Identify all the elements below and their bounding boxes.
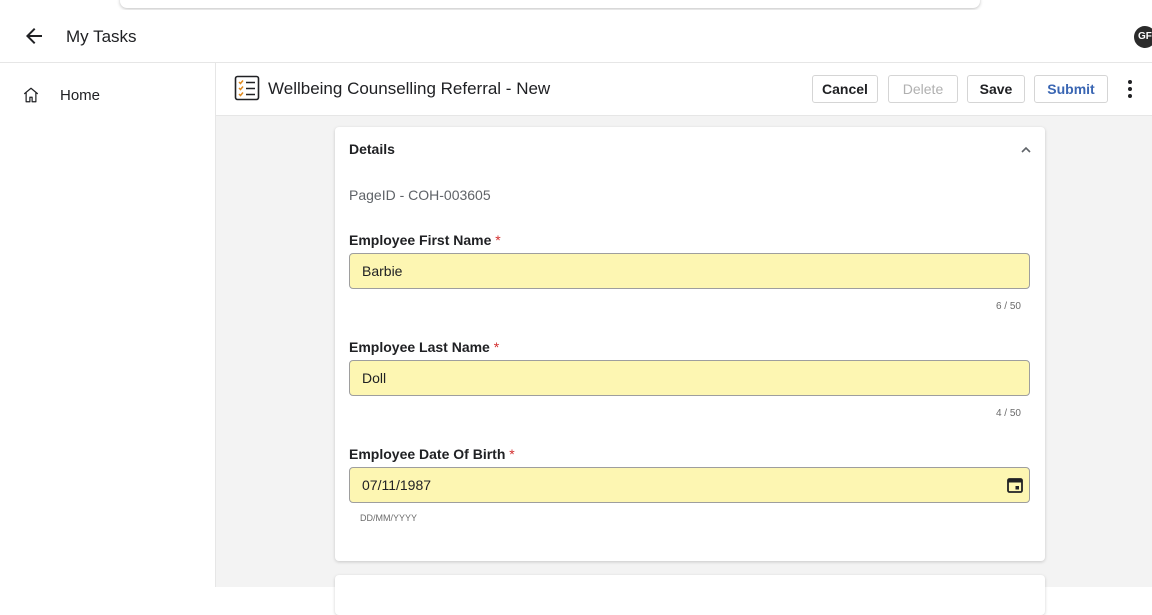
page-id: PageID - COH-003605 (349, 187, 491, 203)
last-name-counter: 4 / 50 (995, 408, 1021, 419)
first-name-label-text: Employee First Name (349, 232, 492, 248)
cancel-button[interactable]: Cancel (812, 75, 878, 103)
page-toolbar: Wellbeing Counselling Referral - New Can… (216, 63, 1152, 116)
app-title: My Tasks (66, 27, 137, 46)
submit-button[interactable]: Submit (1034, 75, 1108, 103)
chevron-up-icon[interactable] (1017, 141, 1035, 159)
home-icon (23, 87, 39, 103)
main-content: Wellbeing Counselling Referral - New Can… (216, 63, 1152, 615)
dob-label-text: Employee Date Of Birth (349, 446, 506, 462)
next-section (335, 575, 1045, 615)
last-name-label-text: Employee Last Name (349, 339, 490, 355)
first-name-value: Barbie (362, 263, 403, 279)
browser-tab-shadow (120, 0, 980, 8)
dob-label: Employee Date Of Birth * (349, 446, 515, 462)
required-marker: * (493, 339, 500, 355)
page-title: Wellbeing Counselling Referral - New (268, 79, 551, 98)
last-name-value: Doll (362, 370, 387, 386)
sidebar-item-home[interactable]: Home (0, 75, 215, 115)
section-title: Details (349, 141, 395, 157)
dob-input[interactable]: 07/11/1987 (349, 467, 1030, 503)
first-name-counter: 6 / 50 (995, 301, 1021, 312)
top-strip (0, 0, 1152, 10)
delete-button[interactable]: Delete (888, 75, 958, 103)
checklist-icon (234, 75, 260, 101)
first-name-input[interactable]: Barbie (349, 253, 1030, 289)
sidebar-item-label: Home (60, 87, 101, 104)
app-header: My Tasks GF (0, 10, 1152, 63)
dob-format-hint: DD/MM/YYYY (360, 513, 418, 523)
last-name-label: Employee Last Name * (349, 339, 499, 355)
required-marker: * (509, 446, 515, 462)
first-name-label: Employee First Name * (349, 232, 501, 248)
back-arrow-icon[interactable] (22, 24, 46, 48)
sidebar: Home (0, 63, 216, 587)
required-marker: * (495, 232, 501, 248)
last-name-input[interactable]: Doll (349, 360, 1030, 396)
calendar-icon[interactable] (1006, 476, 1024, 494)
user-avatar[interactable]: GF (1134, 26, 1152, 48)
save-button[interactable]: Save (967, 75, 1025, 103)
dob-value: 07/11/1987 (362, 477, 432, 493)
more-options-icon[interactable] (1120, 77, 1140, 101)
details-section: Details PageID - COH-003605 Employee Fir… (335, 127, 1045, 561)
